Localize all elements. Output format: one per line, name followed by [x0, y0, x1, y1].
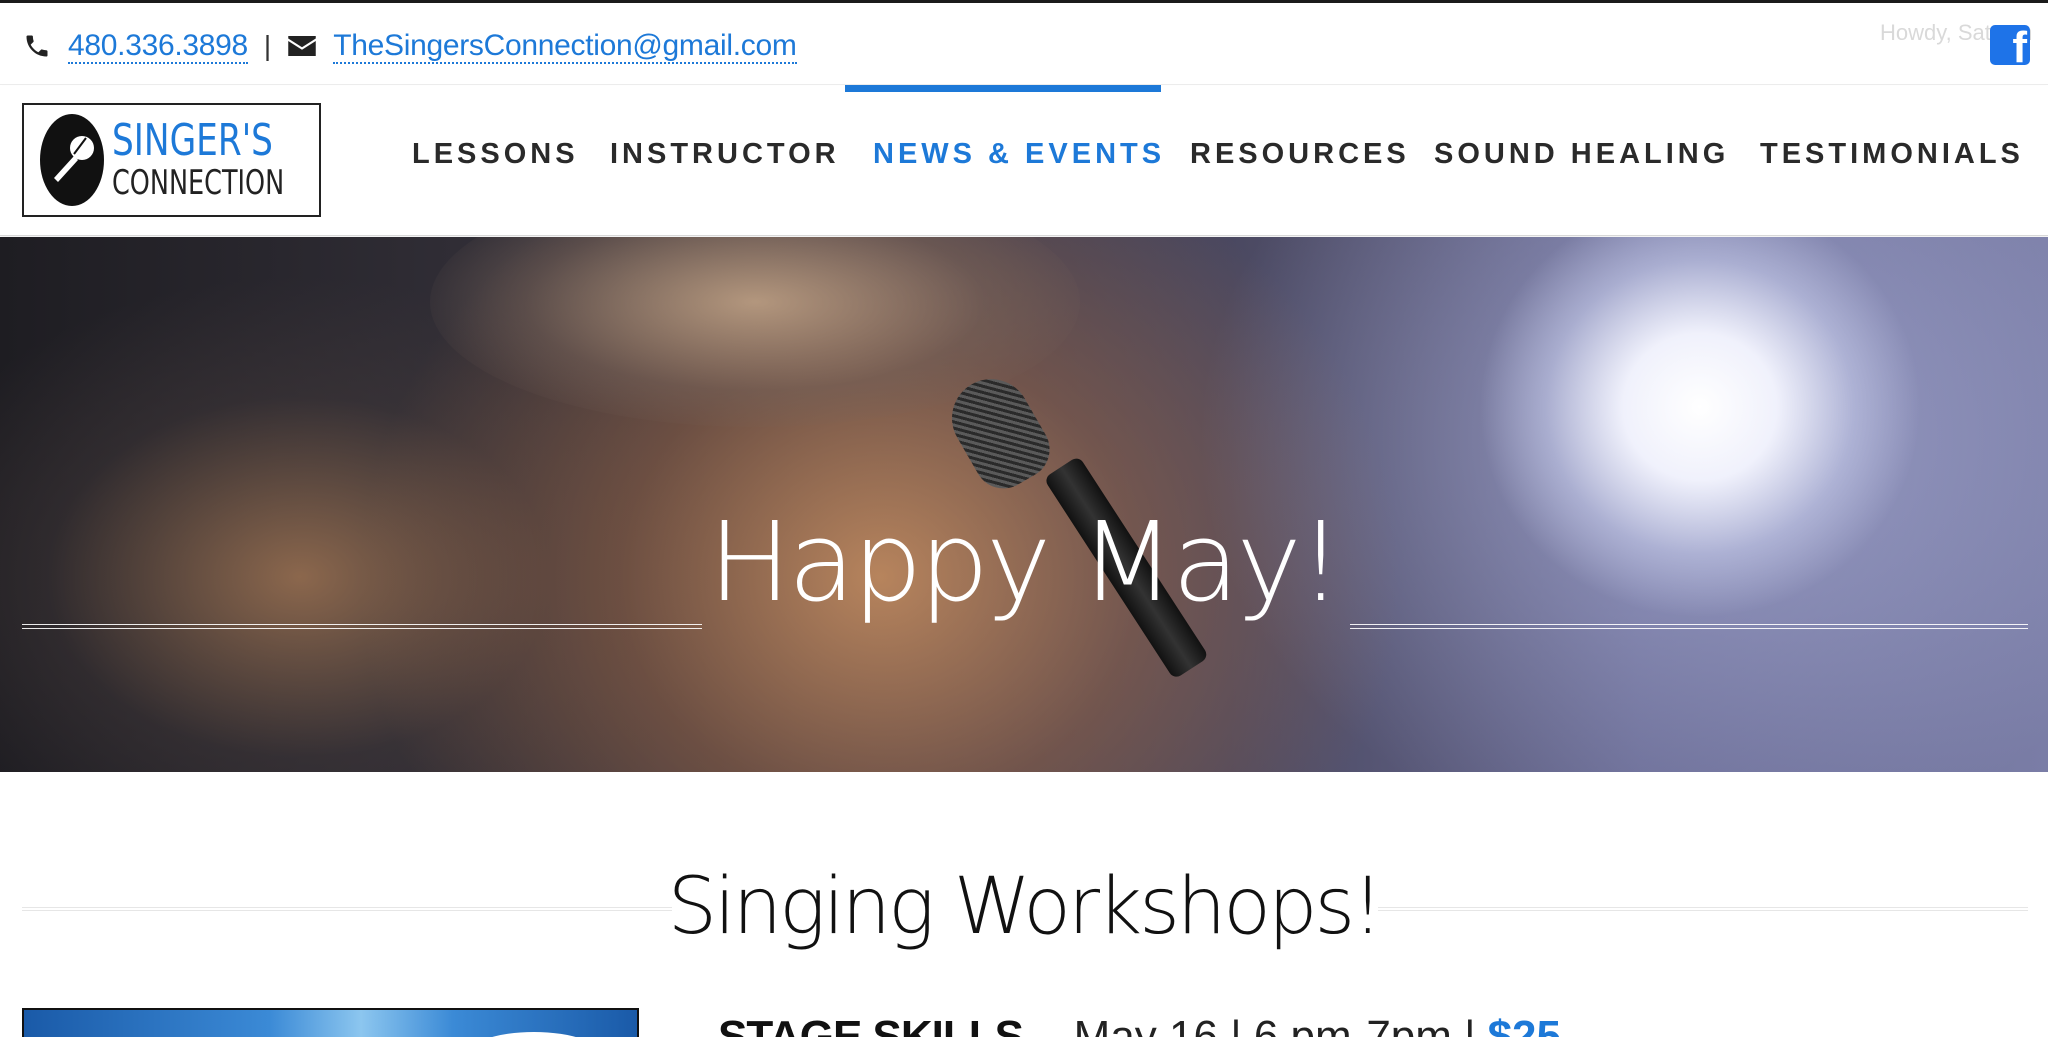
phone-link[interactable]: 480.336.3898 [68, 29, 248, 64]
email-link[interactable]: TheSingersConnection@gmail.com [333, 29, 797, 64]
hero-divider-right [1350, 624, 2028, 629]
event-price: $25 [1487, 1012, 1561, 1037]
hero-banner: Happy May! [0, 237, 2048, 772]
nav-resources[interactable]: RESOURCES [1190, 138, 1410, 171]
nav-news-events[interactable]: NEWS & EVENTS [873, 138, 1165, 171]
section-title: Singing Workshops! [667, 862, 1384, 952]
phone-icon [22, 31, 52, 61]
main-nav: LESSONS INSTRUCTOR NEWS & EVENTS RESOURC… [0, 86, 2048, 236]
event-item: STAGE SKILLS – May 16 | 6 pm-7pm | $25 [718, 1015, 1561, 1037]
envelope-icon [287, 31, 317, 61]
contact-info: 480.336.3898 | TheSingersConnection@gmai… [22, 25, 797, 67]
workshop-image-oval [464, 1032, 604, 1037]
site-header: SINGER'S CONNECTION LESSONS INSTRUCTOR N… [0, 85, 2048, 236]
nav-sound-healing[interactable]: SOUND HEALING [1434, 138, 1729, 171]
event-name: STAGE SKILLS [718, 1012, 1024, 1037]
nav-testimonials[interactable]: TESTIMONIALS [1760, 138, 2024, 171]
contact-separator: | [263, 30, 272, 61]
event-date: – May 16 | 6 pm-7pm | [1036, 1012, 1476, 1037]
nav-lessons[interactable]: LESSONS [412, 138, 579, 171]
workshop-image[interactable] [22, 1008, 639, 1037]
nav-instructor[interactable]: INSTRUCTOR [610, 138, 840, 171]
top-bar: 480.336.3898 | TheSingersConnection@gmai… [0, 3, 2048, 85]
facebook-icon[interactable]: f [1990, 25, 2030, 65]
hero-title: Happy May! [708, 498, 1342, 626]
hero-divider-left [22, 624, 702, 629]
facebook-glyph: f [2012, 25, 2027, 66]
